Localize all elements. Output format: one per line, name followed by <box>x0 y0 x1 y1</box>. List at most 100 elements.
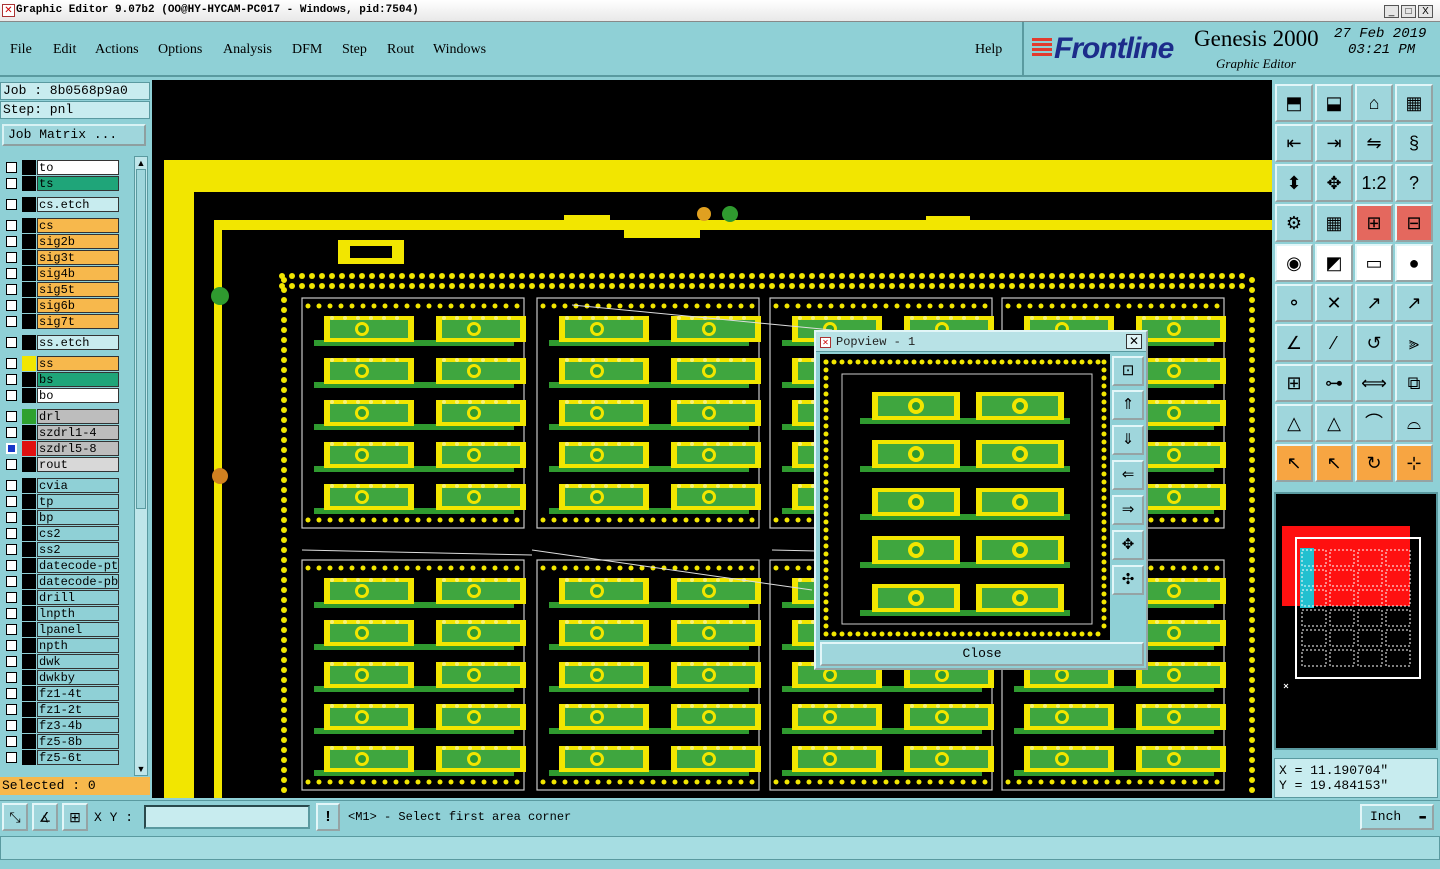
scroll-icon[interactable]: § <box>1395 124 1433 162</box>
layer-name[interactable]: datecode-pbe <box>37 574 119 589</box>
menu-actions[interactable]: Actions <box>95 42 139 58</box>
layer-checkbox[interactable] <box>6 411 17 422</box>
layer-name[interactable]: bs <box>37 372 119 387</box>
layer-checkbox[interactable] <box>6 608 17 619</box>
line-icon[interactable]: ∠ <box>1275 324 1313 362</box>
layer-color-swatch[interactable] <box>22 266 36 281</box>
layer-name[interactable]: cvia <box>37 478 119 493</box>
layer-checkbox[interactable] <box>6 337 17 348</box>
layer-checkbox[interactable] <box>6 736 17 747</box>
layer-color-swatch[interactable] <box>22 590 36 605</box>
zoom-house-icon[interactable]: ⌂ <box>1355 84 1393 122</box>
layer-color-swatch[interactable] <box>22 494 36 509</box>
layer-color-swatch[interactable] <box>22 734 36 749</box>
layer-color-swatch[interactable] <box>22 510 36 525</box>
zoom-in-icon[interactable]: ⬓ <box>1315 84 1353 122</box>
layer-row[interactable]: sig5t <box>2 282 122 297</box>
layer-row[interactable]: datecode-pbe <box>2 574 122 589</box>
layer-name[interactable]: lpanel <box>37 622 119 637</box>
layer-name[interactable]: tp <box>37 494 119 509</box>
layer-row[interactable]: szdrl1-4 <box>2 425 122 440</box>
layer-name[interactable]: ts <box>37 176 119 191</box>
layer-checkbox[interactable] <box>6 688 17 699</box>
layer-name[interactable]: drl <box>37 409 119 424</box>
layer-name[interactable]: dwk <box>37 654 119 669</box>
center-icon[interactable]: ✥ <box>1315 164 1353 202</box>
layer-color-swatch[interactable] <box>22 425 36 440</box>
pan-right-icon[interactable]: ⇥ <box>1315 124 1353 162</box>
layer-row[interactable]: fz1-2t <box>2 702 122 717</box>
layer-color-swatch[interactable] <box>22 574 36 589</box>
reverse-icon[interactable]: ⇋ <box>1355 124 1393 162</box>
layer-row[interactable]: to <box>2 160 122 175</box>
popview-zoom-fit-icon[interactable]: ✥ <box>1112 530 1144 560</box>
popview-close-icon[interactable]: ✕ <box>1126 334 1142 349</box>
popview-canvas[interactable] <box>820 354 1110 640</box>
cross-icon[interactable]: ✕ <box>1315 284 1353 322</box>
layer-name[interactable]: sig3t <box>37 250 119 265</box>
layer-name[interactable]: sig5t <box>37 282 119 297</box>
layer-row[interactable]: npth <box>2 638 122 653</box>
layer-color-swatch[interactable] <box>22 542 36 557</box>
layer-row[interactable]: dwk <box>2 654 122 669</box>
layer-checkbox[interactable] <box>6 220 17 231</box>
layer-checkbox[interactable] <box>6 592 17 603</box>
layer-name[interactable]: szdrl1-4 <box>37 425 119 440</box>
layer-name[interactable]: lnpth <box>37 606 119 621</box>
layer-color-swatch[interactable] <box>22 335 36 350</box>
layer-row[interactable]: bs <box>2 372 122 387</box>
layer-row[interactable]: fz3-4b <box>2 718 122 733</box>
layer-checkbox[interactable] <box>6 236 17 247</box>
menu-help[interactable]: Help <box>975 42 1002 58</box>
pad-icon[interactable]: ● <box>1395 244 1433 282</box>
layer-color-swatch[interactable] <box>22 670 36 685</box>
popview-close-button[interactable]: Close <box>820 642 1144 666</box>
layer-name[interactable]: npth <box>37 638 119 653</box>
layer-checkbox[interactable] <box>6 300 17 311</box>
menu-dfm[interactable]: DFM <box>292 42 322 58</box>
layer-checkbox[interactable] <box>6 162 17 173</box>
popview-pan-right-icon[interactable]: ⇒ <box>1112 495 1144 525</box>
move-icon[interactable]: ⊞ <box>1275 364 1313 402</box>
message-alert-icon[interactable]: ! <box>316 803 340 831</box>
layer-color-swatch[interactable] <box>22 250 36 265</box>
layer-color-swatch[interactable] <box>22 409 36 424</box>
layer-checkbox[interactable] <box>6 672 17 683</box>
layer-row[interactable]: ss2 <box>2 542 122 557</box>
layer-checkbox[interactable] <box>6 252 17 263</box>
zoom-home-icon[interactable]: ⬒ <box>1275 84 1313 122</box>
arch-icon[interactable]: ⌒ <box>1355 404 1393 442</box>
layer-color-swatch[interactable] <box>22 441 36 456</box>
layer-color-swatch[interactable] <box>22 197 36 212</box>
layer-name[interactable]: cs.etch <box>37 197 119 212</box>
popview-zoom-window-icon[interactable]: ⊡ <box>1112 356 1144 386</box>
layer-name[interactable]: sig4b <box>37 266 119 281</box>
layer-color-swatch[interactable] <box>22 160 36 175</box>
layer-name[interactable]: fz1-2t <box>37 702 119 717</box>
layer-row[interactable]: sig6b <box>2 298 122 313</box>
units-selector[interactable]: Inch ▬ <box>1360 804 1434 830</box>
layer-row[interactable]: ss.etch <box>2 335 122 350</box>
layer-checkbox[interactable] <box>6 390 17 401</box>
layer-row[interactable]: bp <box>2 510 122 525</box>
node-pointer-icon[interactable]: ⊹ <box>1395 444 1433 482</box>
layer-name[interactable]: dwkby <box>37 670 119 685</box>
popview-title-bar[interactable]: ✕ Popview - 1 ✕ <box>816 332 1146 352</box>
measure-icon[interactable]: ∡ <box>32 803 58 831</box>
outline-mode-icon[interactable]: ◩ <box>1315 244 1353 282</box>
layer-checkbox[interactable] <box>6 427 17 438</box>
layer-color-swatch[interactable] <box>22 622 36 637</box>
layer-row[interactable]: cs <box>2 218 122 233</box>
layer-row[interactable]: lnpth <box>2 606 122 621</box>
arch-2-icon[interactable]: ⌓ <box>1395 404 1433 442</box>
layer-checkbox[interactable] <box>6 752 17 763</box>
layer-checkbox[interactable] <box>6 480 17 491</box>
layer-row[interactable]: ss <box>2 356 122 371</box>
layer-name[interactable]: bo <box>37 388 119 403</box>
triangle-2-icon[interactable]: △ <box>1315 404 1353 442</box>
layer-color-swatch[interactable] <box>22 750 36 765</box>
layer-name[interactable]: sig6b <box>37 298 119 313</box>
layer-name[interactable]: rout <box>37 457 119 472</box>
menu-options[interactable]: Options <box>158 42 202 58</box>
split-icon[interactable]: ⫸ <box>1395 324 1433 362</box>
